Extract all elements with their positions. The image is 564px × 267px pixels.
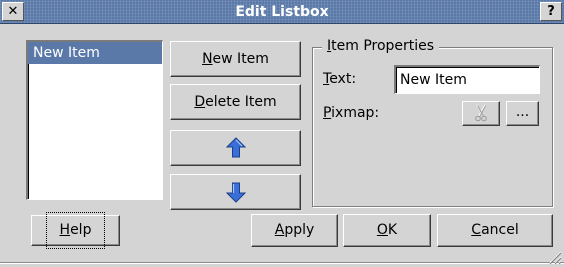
resize-grip-icon[interactable]	[546, 249, 562, 265]
cancel-button[interactable]: Cancel	[437, 214, 553, 247]
context-help-button[interactable]: ?	[540, 2, 562, 21]
question-mark-icon: ?	[547, 4, 555, 19]
item-properties-title: Item Properties	[322, 37, 440, 55]
arrow-up-icon	[225, 137, 246, 158]
close-button[interactable]: ✕	[2, 2, 24, 21]
new-item-button-label: New Item	[202, 51, 269, 67]
item-listbox[interactable]: New Item	[26, 40, 163, 200]
apply-button-label: Apply	[274, 222, 315, 238]
pixmap-label: Pixmap:	[323, 105, 380, 121]
scissors-icon	[475, 104, 487, 122]
close-icon: ✕	[7, 4, 19, 19]
ok-button-label: OK	[376, 222, 398, 238]
text-label: Text:	[323, 71, 357, 87]
help-button[interactable]: Help	[31, 212, 120, 249]
pixmap-browse-label: ...	[515, 104, 530, 120]
delete-item-button[interactable]: Delete Item	[170, 84, 301, 120]
move-up-button[interactable]	[170, 130, 301, 166]
ok-button[interactable]: OK	[343, 214, 431, 247]
window-title: Edit Listbox	[235, 4, 329, 20]
cancel-button-label: Cancel	[471, 222, 519, 238]
pixmap-browse-button[interactable]: ...	[506, 101, 539, 126]
apply-button[interactable]: Apply	[251, 214, 338, 247]
list-item[interactable]: New Item	[28, 42, 162, 64]
new-item-button[interactable]: New Item	[170, 41, 301, 77]
arrow-down-icon	[225, 182, 246, 203]
help-button-label: Help	[45, 212, 106, 249]
pixmap-clear-button[interactable]	[462, 101, 500, 126]
text-field[interactable]	[394, 65, 540, 94]
move-down-button[interactable]	[170, 174, 301, 210]
delete-item-button-label: Delete Item	[194, 94, 277, 110]
window-bottom-highlight	[0, 263, 564, 264]
